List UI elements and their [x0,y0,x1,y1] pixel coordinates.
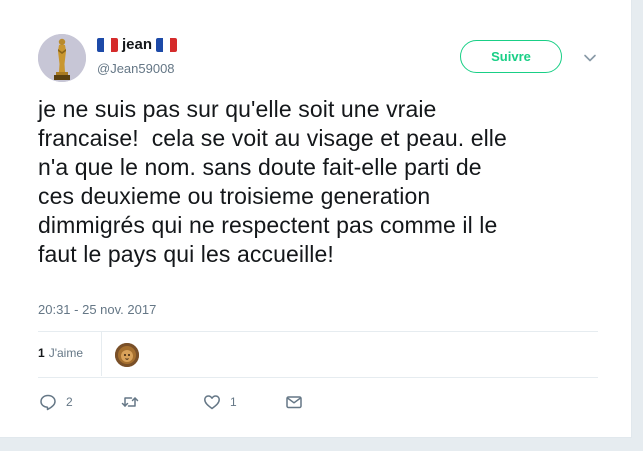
tweet-text: je ne suis pas sur qu'elle soit une vrai… [38,96,507,267]
tweet-card: jean @Jean59008 Suivre je ne suis pas su… [0,0,632,438]
tweet-timestamp[interactable]: 20:31 - 25 nov. 2017 [38,302,156,317]
lion-avatar-icon [115,343,139,367]
france-flag-icon [156,37,178,52]
reply-button[interactable]: 2 [38,392,120,412]
chevron-down-icon[interactable] [582,50,598,66]
tweet-actions: 2 1 [38,392,304,412]
follow-button[interactable]: Suivre [460,40,562,73]
user-handle[interactable]: @Jean59008 [97,61,175,76]
oscar-statue-icon [38,34,86,82]
divider [101,332,102,376]
user-name-row[interactable]: jean [97,36,178,53]
like-button[interactable]: 1 [202,392,284,412]
retweet-icon [121,397,139,407]
divider [38,331,598,332]
user-avatar[interactable] [38,34,86,82]
reply-count: 2 [66,395,73,409]
liker-avatar[interactable] [115,343,139,367]
heart-icon [204,395,220,410]
direct-message-button[interactable] [284,392,304,412]
display-name[interactable]: jean [122,36,152,53]
reply-icon [40,394,56,411]
likes-summary[interactable]: 1 J'aime [38,341,83,365]
like-count: 1 [230,395,237,409]
likes-count: 1 [38,346,45,360]
divider [38,377,598,378]
france-flag-icon [97,37,118,52]
envelope-icon [286,396,302,409]
retweet-button[interactable] [120,392,202,412]
likes-label: J'aime [48,346,83,360]
